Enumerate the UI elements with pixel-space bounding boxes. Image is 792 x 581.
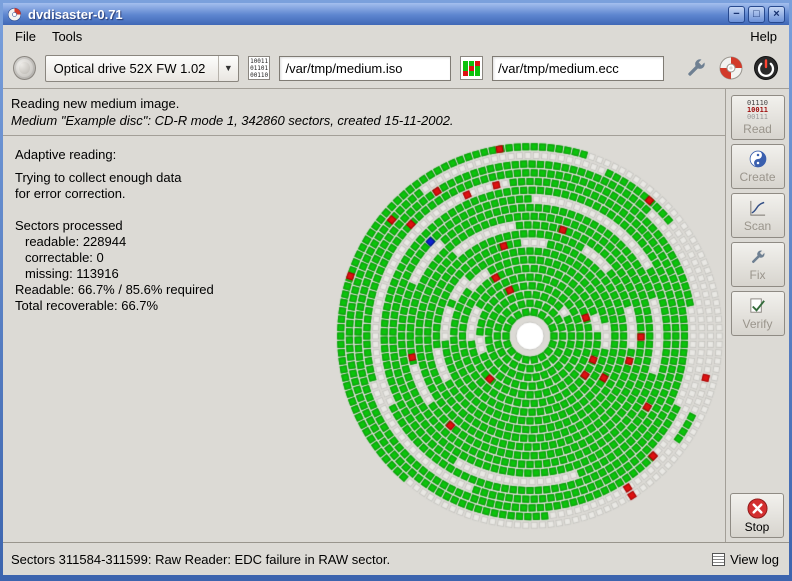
reading-info-panel: Adaptive reading: Trying to collect enou…	[15, 147, 320, 314]
stop-icon	[747, 498, 768, 519]
stop-button[interactable]: Stop	[730, 493, 784, 538]
status-heading: Reading new medium image. Medium "Exampl…	[3, 89, 725, 136]
chevron-down-icon: ▼	[218, 56, 238, 81]
status-message: Sectors 311584-311599: Raw Reader: EDC f…	[11, 552, 706, 567]
exit-button[interactable]	[753, 54, 779, 82]
stat-correctable: correctable: 0	[15, 250, 320, 266]
status-line-action: Reading new medium image.	[11, 95, 717, 112]
iso-file-icon: 100110110100110	[248, 56, 271, 80]
mode-title: Adaptive reading:	[15, 147, 320, 163]
create-button[interactable]: Create	[731, 144, 785, 189]
titlebar[interactable]: dvdisaster-0.71 − □ ×	[3, 3, 789, 25]
ecc-file-icon	[460, 56, 483, 80]
view-log-label: View log	[730, 552, 779, 567]
mode-desc-line: Trying to collect enough data	[15, 170, 320, 186]
read-button[interactable]: 01110 10011 00111 Read	[731, 95, 785, 140]
yin-yang-icon	[748, 149, 768, 169]
check-document-icon	[748, 297, 767, 316]
fix-label: Fix	[750, 268, 766, 282]
close-button[interactable]: ×	[768, 6, 785, 23]
readable-percentage: Readable: 66.7% / 85.6% required	[15, 282, 320, 298]
create-label: Create	[739, 170, 775, 184]
chart-icon	[748, 199, 767, 218]
sectors-title: Sectors processed	[15, 218, 320, 234]
stat-missing: missing: 113916	[15, 266, 320, 282]
menubar: File Tools Help	[3, 25, 789, 48]
preferences-button[interactable]	[682, 54, 708, 82]
mode-desc-line: for error correction.	[15, 186, 320, 202]
maximize-button[interactable]: □	[748, 6, 765, 23]
minimize-button[interactable]: −	[728, 6, 745, 23]
read-label: Read	[743, 122, 772, 136]
fix-button[interactable]: Fix	[731, 242, 785, 287]
scan-button[interactable]: Scan	[731, 193, 785, 238]
toolbar: Optical drive 52X FW 1.02 ▼ 100110110100…	[3, 48, 789, 89]
statusbar: Sectors 311584-311599: Raw Reader: EDC f…	[3, 542, 789, 575]
drive-icon	[13, 56, 36, 80]
client-area: File Tools Help Optical drive 52X FW 1.0…	[3, 25, 789, 575]
window-frame: dvdisaster-0.71 − □ × File Tools Help Op…	[0, 0, 792, 581]
drive-selector[interactable]: Optical drive 52X FW 1.02 ▼	[45, 55, 239, 82]
window-title: dvdisaster-0.71	[28, 7, 722, 22]
log-icon	[712, 553, 725, 566]
drive-selector-value: Optical drive 52X FW 1.02	[54, 61, 206, 76]
view-log-button[interactable]: View log	[712, 552, 781, 567]
sector-spiral-canvas	[330, 136, 730, 536]
disc-icon	[718, 55, 744, 81]
binary-read-icon: 01110 10011 00111	[747, 100, 768, 121]
stat-readable: readable: 228944	[15, 234, 320, 250]
menu-file[interactable]: File	[7, 26, 44, 47]
image-file-input[interactable]	[279, 56, 451, 81]
action-sidebar: 01110 10011 00111 Read Create	[726, 89, 789, 542]
stop-label: Stop	[745, 520, 770, 534]
verify-label: Verify	[742, 317, 772, 331]
menu-help[interactable]: Help	[742, 26, 785, 47]
recoverable-percentage: Total recoverable: 66.7%	[15, 298, 320, 314]
status-line-medium: Medium "Example disc": CD-R mode 1, 3428…	[11, 112, 717, 129]
menu-tools[interactable]: Tools	[44, 26, 90, 47]
wrench-icon	[683, 56, 708, 81]
scan-label: Scan	[744, 219, 771, 233]
ecc-file-input[interactable]	[492, 56, 664, 81]
power-icon	[753, 55, 779, 81]
disc-tool-button[interactable]	[717, 54, 743, 82]
verify-button[interactable]: Verify	[731, 291, 785, 336]
fix-wrench-icon	[748, 248, 767, 267]
app-icon	[7, 7, 22, 22]
